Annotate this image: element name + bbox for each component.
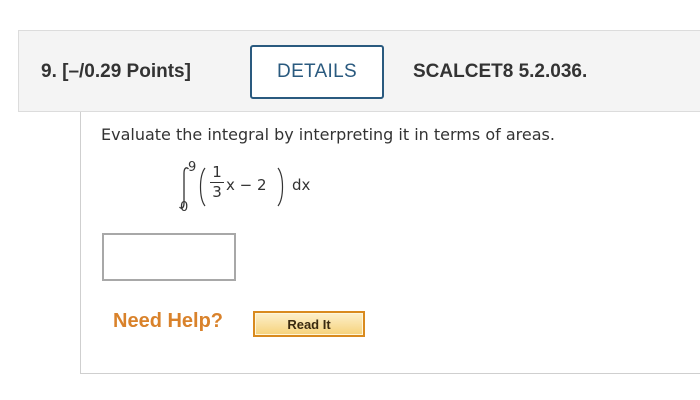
integral-lower-limit: 0 [180,200,189,215]
need-help-label: Need Help? [113,310,224,332]
right-parenthesis-icon [277,167,284,207]
read-it-button[interactable]: Read It [253,311,365,337]
integral-differential: dx [292,176,311,194]
question-page: 9. [–/0.29 Points] DETAILS SCALCET8 5.2.… [0,0,700,400]
question-body: Evaluate the integral by interpreting it… [80,112,700,374]
integrand-remainder: x − 2 [226,176,267,194]
fraction-denominator: 3 [212,183,222,201]
answer-input[interactable] [102,233,236,281]
question-header: 9. [–/0.29 Points] DETAILS SCALCET8 5.2.… [18,30,700,112]
integral-expression: 9 0 1 3 x − 2 dx [174,160,414,220]
details-button[interactable]: DETAILS [250,45,384,99]
integral-upper-limit: 9 [188,160,197,175]
question-number-points: 9. [–/0.29 Points] [41,61,191,82]
fraction-numerator: 1 [212,163,222,181]
left-parenthesis-icon [199,167,206,207]
question-prompt: Evaluate the integral by interpreting it… [101,125,555,144]
fraction: 1 3 [210,164,224,201]
question-reference-code: SCALCET8 5.2.036. [413,61,588,82]
